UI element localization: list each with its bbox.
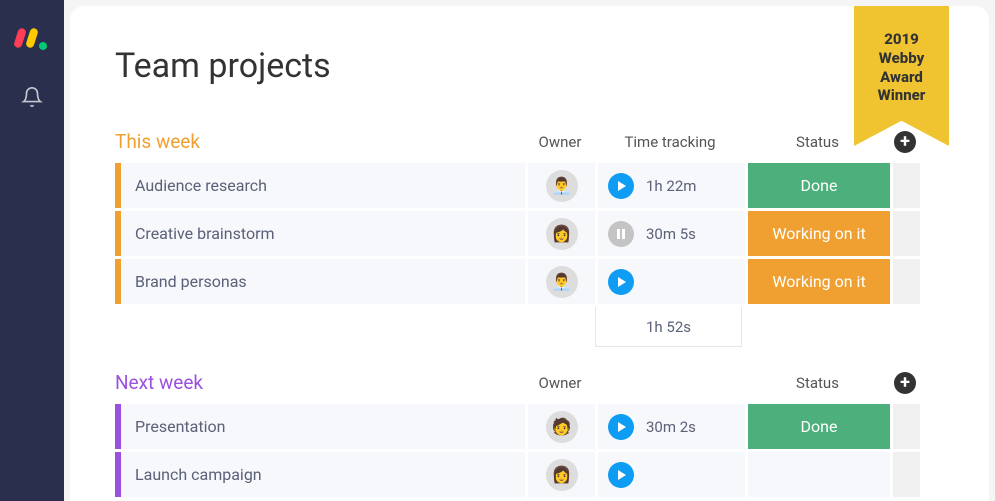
time-tracking-button[interactable]: [608, 414, 634, 440]
table-row: Presentation 🧑 30m 2s Done: [115, 404, 959, 449]
app-logo[interactable]: [14, 20, 50, 56]
row-trail: [893, 259, 920, 304]
status-badge[interactable]: Done: [748, 404, 890, 449]
avatar: 👨‍💼: [546, 170, 578, 202]
time-tracking-button[interactable]: [608, 269, 634, 295]
ribbon-line: Webby: [862, 49, 941, 68]
status-badge[interactable]: Working on it: [748, 211, 890, 256]
notifications-button[interactable]: [21, 86, 43, 112]
ribbon-line: Winner: [862, 86, 941, 105]
owner-cell[interactable]: 🧑: [528, 404, 595, 449]
sidebar: [0, 0, 64, 501]
group: Next week Owner Status + Presentation 🧑 …: [115, 367, 959, 497]
row-trail: [893, 163, 920, 208]
avatar: 🧑: [546, 411, 578, 443]
time-tracking-button[interactable]: [608, 173, 634, 199]
group-header: Next week Owner Status +: [115, 367, 959, 404]
status-badge[interactable]: Working on it: [748, 259, 890, 304]
total-time: 1h 52s: [595, 307, 742, 347]
add-column-button[interactable]: +: [894, 131, 916, 153]
avatar: 👩: [546, 218, 578, 250]
group-total-row: 1h 52s: [115, 307, 959, 347]
owner-cell[interactable]: 👩: [528, 452, 595, 497]
column-header-owner[interactable]: Owner: [525, 374, 595, 392]
task-name-cell[interactable]: Audience research: [115, 163, 525, 208]
table-row: Launch campaign 👩: [115, 452, 959, 497]
page-title: Team projects: [115, 46, 959, 86]
table-row: Brand personas 👨‍💼 Working on it: [115, 259, 959, 304]
row-trail: [893, 452, 920, 497]
row-trail: [893, 404, 920, 449]
column-header-owner[interactable]: Owner: [525, 133, 595, 151]
task-name-cell[interactable]: Presentation: [115, 404, 525, 449]
owner-cell[interactable]: 👨‍💼: [528, 259, 595, 304]
group-header: This week Owner Time tracking Status +: [115, 126, 959, 163]
award-ribbon: 2019 Webby Award Winner: [854, 6, 949, 146]
ribbon-line: Award: [862, 68, 941, 87]
pause-icon: [617, 229, 625, 239]
main-content: 2019 Webby Award Winner Team projects Th…: [70, 6, 989, 501]
add-column-button[interactable]: +: [894, 372, 916, 394]
ribbon-line: 2019: [862, 30, 941, 49]
play-icon: [618, 470, 626, 480]
avatar: 👩: [546, 459, 578, 491]
tracked-time: 1h 22m: [646, 177, 696, 195]
task-name-cell[interactable]: Brand personas: [115, 259, 525, 304]
group-title[interactable]: This week: [115, 130, 525, 153]
column-header-status[interactable]: Status: [745, 374, 890, 392]
task-name-cell[interactable]: Creative brainstorm: [115, 211, 525, 256]
group: This week Owner Time tracking Status + A…: [115, 126, 959, 347]
play-icon: [618, 181, 626, 191]
time-tracking-cell[interactable]: 1h 22m: [598, 163, 745, 208]
status-badge[interactable]: Done: [748, 163, 890, 208]
owner-cell[interactable]: 👩: [528, 211, 595, 256]
avatar: 👨‍💼: [546, 266, 578, 298]
bell-icon: [21, 86, 43, 108]
owner-cell[interactable]: 👨‍💼: [528, 163, 595, 208]
status-badge[interactable]: [748, 452, 890, 497]
time-tracking-cell[interactable]: 30m 5s: [598, 211, 745, 256]
time-tracking-cell[interactable]: 30m 2s: [598, 404, 745, 449]
tracked-time: 30m 5s: [646, 225, 696, 243]
time-tracking-cell[interactable]: [598, 259, 745, 304]
time-tracking-cell[interactable]: [598, 452, 745, 497]
tracked-time: 30m 2s: [646, 418, 696, 436]
column-header-time-tracking[interactable]: Time tracking: [595, 133, 745, 151]
row-trail: [893, 211, 920, 256]
table-row: Audience research 👨‍💼 1h 22m Done: [115, 163, 959, 208]
time-tracking-button[interactable]: [608, 221, 634, 247]
table-row: Creative brainstorm 👩 30m 5s Working on …: [115, 211, 959, 256]
time-tracking-button[interactable]: [608, 462, 634, 488]
task-name-cell[interactable]: Launch campaign: [115, 452, 525, 497]
group-title[interactable]: Next week: [115, 371, 525, 394]
play-icon: [618, 422, 626, 432]
play-icon: [618, 277, 626, 287]
